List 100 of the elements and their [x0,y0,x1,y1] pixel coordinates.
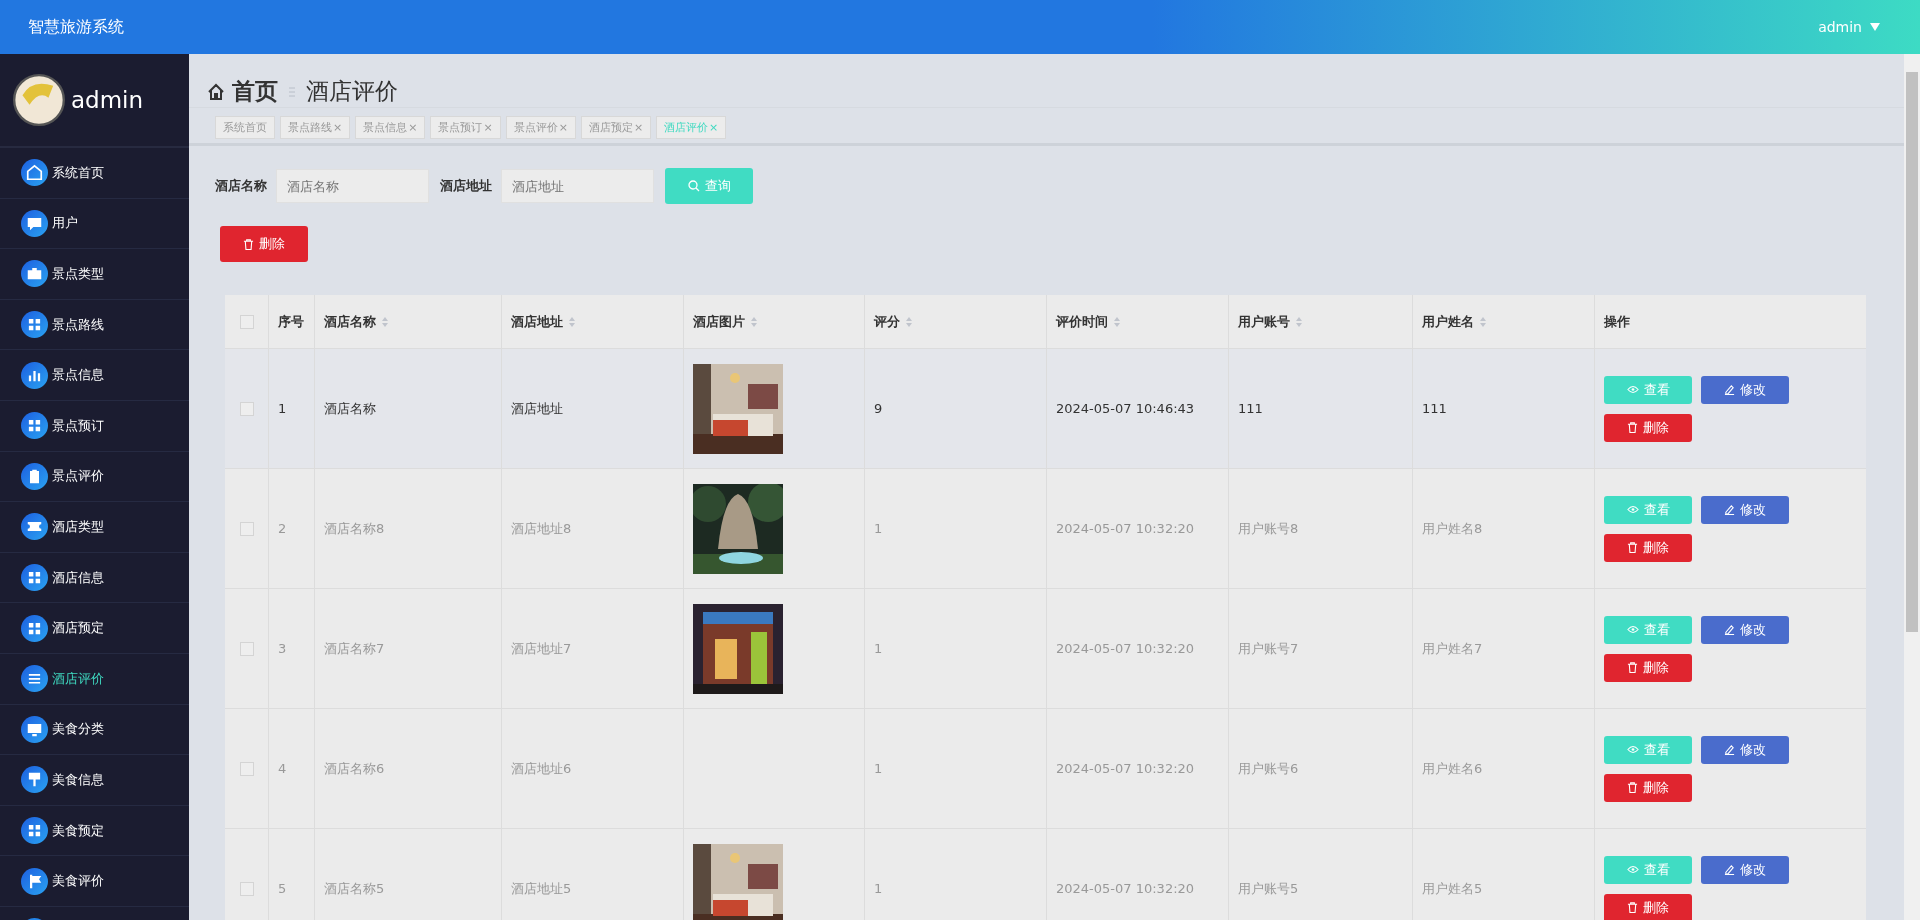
edit-button[interactable]: 修改 [1701,375,1789,404]
table-cell: 酒店地址6 [511,759,572,778]
table-cell: 2024-05-07 10:46:43 [1056,401,1195,416]
trash-icon [1627,662,1638,673]
pen-icon [1724,504,1735,515]
menu-item[interactable]: 景点信息 [0,350,189,401]
table-cell: 用户姓名5 [1422,879,1483,898]
delete-button[interactable]: 删除 [1604,653,1692,682]
sort-icon[interactable] [1295,315,1303,328]
delete-button[interactable]: 删除 [1604,413,1692,442]
checkbox[interactable] [239,641,254,656]
eye-icon [1626,625,1639,634]
trash-icon [243,238,254,250]
menu-item[interactable]: 美食预定 [0,805,189,857]
caret-icon [1870,23,1880,31]
table-cell: 酒店地址8 [511,519,572,538]
delete-button[interactable]: 删除 [1604,773,1692,802]
menu-item[interactable]: 景点预订 [0,400,189,452]
breadcrumb-link[interactable]: 首页 [232,76,278,107]
edit-button[interactable]: 修改 [1701,735,1789,764]
page-tab[interactable]: 酒店预定× [580,116,652,139]
table-row[interactable]: 3 酒店名称7 酒店地址7 1 2024-05-07 10:32:20 用户账号7 用户姓名7 查看 修改 删除 [225,589,1866,709]
table-cell: 用户账号7 [1238,639,1299,658]
sort-icon[interactable] [1113,315,1121,328]
sort-icon[interactable] [568,315,576,328]
menu-item[interactable]: 酒店类型 [0,502,189,553]
search-field[interactable]: 酒店地址 [501,169,654,203]
table-cell: 1 [278,401,287,416]
menu-item[interactable]: 酒店评价 [0,653,189,705]
table-cell: 1 [874,521,883,536]
scroll-thumb[interactable] [1906,72,1918,632]
close-icon[interactable]: × [408,121,418,134]
pen-icon [1724,744,1735,755]
table-cell: 酒店名称6 [324,759,385,778]
scrollbar[interactable] [1904,54,1920,920]
pen-icon [1724,864,1735,875]
table-cell: 1 [874,881,883,896]
edit-button[interactable]: 修改 [1701,855,1789,884]
grid-icon [21,564,48,592]
page-tab[interactable]: 景点信息× [355,116,426,139]
table-cell: 3 [278,641,287,656]
sort-icon[interactable] [750,315,758,328]
sort-icon[interactable] [905,315,913,328]
close-icon[interactable]: × [633,121,644,134]
sort-icon[interactable] [1479,315,1487,328]
home-icon [206,81,226,102]
checkbox[interactable] [239,521,254,536]
table-cell: 酒店地址5 [511,879,572,898]
page-title: 酒店评价 [306,77,398,106]
menu-item[interactable]: 系统首页 [0,148,189,199]
menu-item[interactable]: 景点评价 [0,451,189,503]
close-icon[interactable]: × [333,121,343,134]
edit-button[interactable]: 修改 [1701,495,1789,524]
table-cell: 酒店地址7 [511,639,572,658]
column-header: 酒店名称 [324,312,376,331]
page-tab[interactable]: 景点评价× [505,116,576,139]
trash-icon [1627,542,1638,553]
checkbox[interactable] [239,314,254,329]
delete-button[interactable]: 删除 [220,226,308,262]
delete-button[interactable]: 删除 [1604,893,1692,920]
sort-icon[interactable] [381,315,389,328]
table-row[interactable]: 4 酒店名称6 酒店地址6 1 2024-05-07 10:32:20 用户账号6 用户姓名6 查看 修改 删除 [225,709,1866,829]
checkbox[interactable] [239,761,254,776]
grid-icon [21,311,48,339]
user-name: admin [71,87,144,113]
menu-item[interactable]: 景点路线 [0,299,189,351]
close-icon[interactable]: × [558,121,568,134]
bars-icon [21,361,48,389]
page-tab[interactable]: 景点路线× [280,116,351,139]
menu-item[interactable]: 美食分类 [0,704,189,756]
field-label: 酒店名称 [215,177,267,195]
menu-item[interactable]: 美食评价 [0,856,189,907]
page-tab[interactable]: 景点预订× [430,116,501,139]
column-header: 评价时间 [1056,312,1108,331]
table-row[interactable]: 1 酒店名称 酒店地址 9 2024-05-07 10:46:43 111 111 查看 修改 删除 [225,349,1866,469]
table-cell: 用户账号8 [1238,519,1299,538]
table-row[interactable]: 2 酒店名称8 酒店地址8 1 2024-05-07 10:32:20 用户账号8 用户姓名8 查看 修改 删除 [225,469,1866,589]
checkbox[interactable] [239,881,254,896]
menu-item[interactable]: 酒店信息 [0,552,189,604]
close-icon[interactable]: × [483,121,493,134]
delete-button[interactable]: 删除 [1604,533,1692,562]
edit-button[interactable]: 修改 [1701,615,1789,644]
table-cell: 用户姓名7 [1422,639,1483,658]
eye-icon [1626,385,1639,394]
menu-item[interactable]: 用户 [0,198,189,250]
page-tab[interactable]: 系统首页 [215,116,275,139]
table-cell: 111 [1422,401,1447,416]
field-label: 酒店地址 [440,177,492,195]
checkbox[interactable] [239,401,254,416]
menu-item[interactable]: 酒店预定 [0,603,189,654]
table-row[interactable]: 5 酒店名称5 酒店地址5 1 2024-05-07 10:32:20 用户账号5 用户姓名5 查看 修改 删除 [225,829,1866,920]
table-cell: 酒店名称5 [324,879,385,898]
menu-item[interactable]: 美食信息 [0,755,189,806]
column-header: 用户姓名 [1422,312,1474,331]
table-cell: 用户姓名6 [1422,759,1483,778]
search-field[interactable]: 酒店名称 [276,169,429,203]
menu-item[interactable]: 景点类型 [0,249,189,300]
app-title: 智慧旅游系统 [28,16,124,38]
column-header: 操作 [1604,312,1630,331]
eye-icon [1626,865,1639,874]
